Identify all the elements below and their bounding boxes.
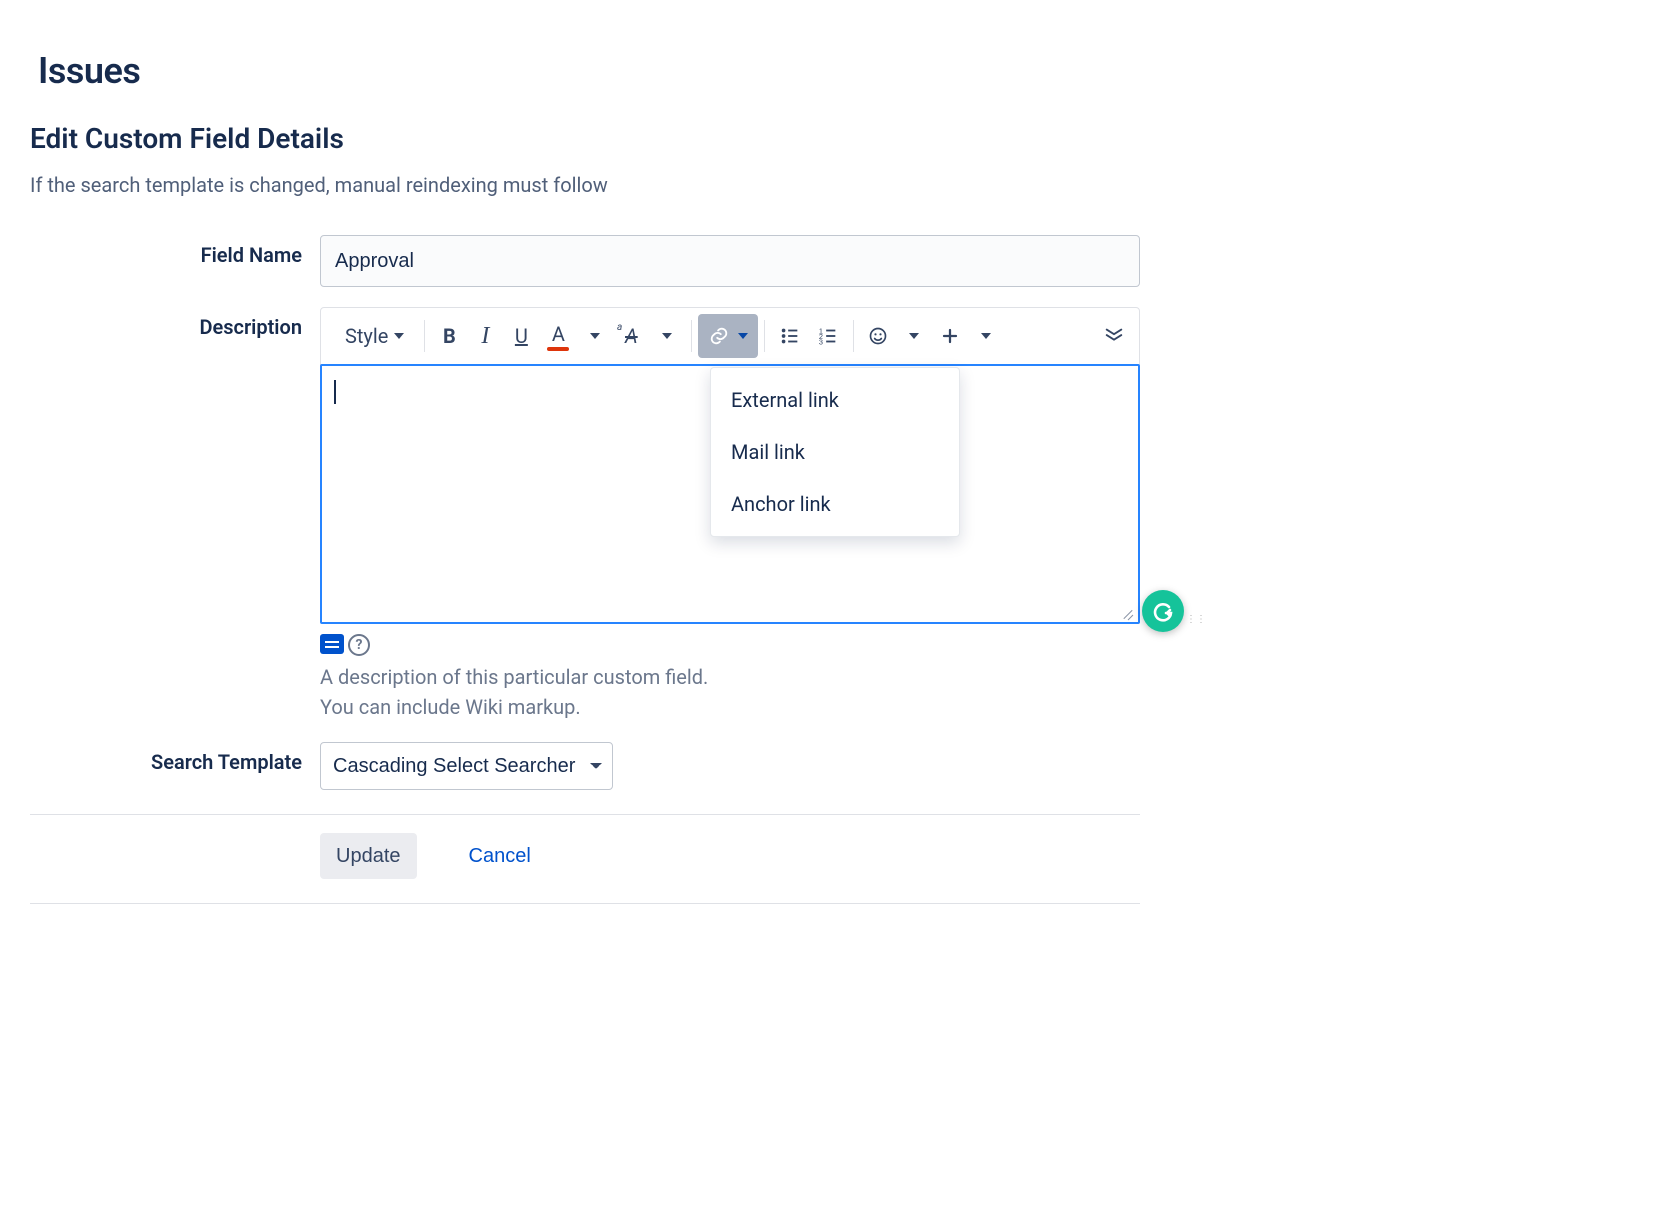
toolbar-textcolor-more[interactable] [577,317,613,355]
toolbar-style-dropdown[interactable]: Style [327,317,418,355]
toolbar-emoji-more[interactable] [896,317,932,355]
label-search-template: Search Template [30,742,320,774]
resize-handle-icon[interactable] [1122,606,1134,618]
label-field-name: Field Name [30,235,320,267]
input-field-name[interactable] [320,235,1140,287]
svg-text:3: 3 [819,337,823,346]
visual-mode-icon[interactable] [320,634,344,654]
toolbar-underline-button[interactable]: U [503,317,539,355]
toolbar-bulleted-list-button[interactable] [771,317,809,355]
page-title: Issues [38,50,1140,92]
chevron-down-icon [590,333,600,339]
section-title: Edit Custom Field Details [30,122,1140,155]
link-option-mail[interactable]: Mail link [711,426,959,478]
toolbar-bold-button[interactable]: B [431,317,467,355]
dots-icon: ⋮⋮ [1186,617,1196,622]
text-cursor [334,380,336,404]
help-icon[interactable]: ? [348,634,370,656]
emoji-icon [868,326,888,346]
text-color-A: A [552,322,565,346]
link-option-anchor[interactable]: Anchor link [711,478,959,530]
reindex-note: If the search template is changed, manua… [30,173,1140,197]
row-description: Description Style B I U [30,307,1140,722]
editor-toolbar: Style B I U A [320,307,1140,365]
description-helper: ? A description of this particular custo… [320,634,1140,722]
toolbar-emoji-button[interactable] [860,317,896,355]
chevron-down-icon [981,333,991,339]
helper-line-2: You can include Wiki markup. [320,692,1140,722]
link-option-external[interactable]: External link [711,374,959,426]
plus-icon [941,327,959,345]
grammarly-widget[interactable] [1142,590,1184,632]
chevron-down-icon [662,333,672,339]
chevron-down-icon [394,333,404,339]
toolbar-collapse-button[interactable] [1095,317,1133,355]
update-button[interactable]: Update [320,833,417,879]
chevron-down-icon [909,333,919,339]
row-field-name: Field Name [30,235,1140,287]
link-dropdown-menu: External link Mail link Anchor link [710,367,960,537]
row-search-template: Search Template Cascading Select Searche… [30,742,1140,790]
divider [30,814,1140,815]
toolbar-italic-button[interactable]: I [467,317,503,355]
toolbar-insert-button[interactable] [932,317,968,355]
divider [30,903,1140,904]
form-actions: Update Cancel [30,833,1140,879]
double-chevron-up-icon [1103,327,1125,345]
toolbar-clearformat-more[interactable] [649,317,685,355]
label-description: Description [30,307,320,339]
text-color-underline-icon [547,347,569,351]
toolbar-numbered-list-button[interactable]: 123 [809,317,847,355]
toolbar-clearformat-button[interactable]: a A [613,317,649,355]
bulleted-list-icon [779,325,801,347]
numbered-list-icon: 123 [817,325,839,347]
grammarly-icon [1151,599,1175,623]
chevron-down-icon [738,333,748,339]
rich-text-editor: Style B I U A [320,307,1140,624]
toolbar-link-button[interactable] [698,314,758,358]
cancel-button[interactable]: Cancel [453,833,547,879]
helper-line-1: A description of this particular custom … [320,662,1140,692]
link-icon [708,325,730,347]
toolbar-style-label: Style [345,324,388,348]
toolbar-insert-more[interactable] [968,317,1004,355]
toolbar-textcolor-button[interactable]: A [539,317,577,355]
select-search-template[interactable]: Cascading Select Searcher [320,742,613,790]
